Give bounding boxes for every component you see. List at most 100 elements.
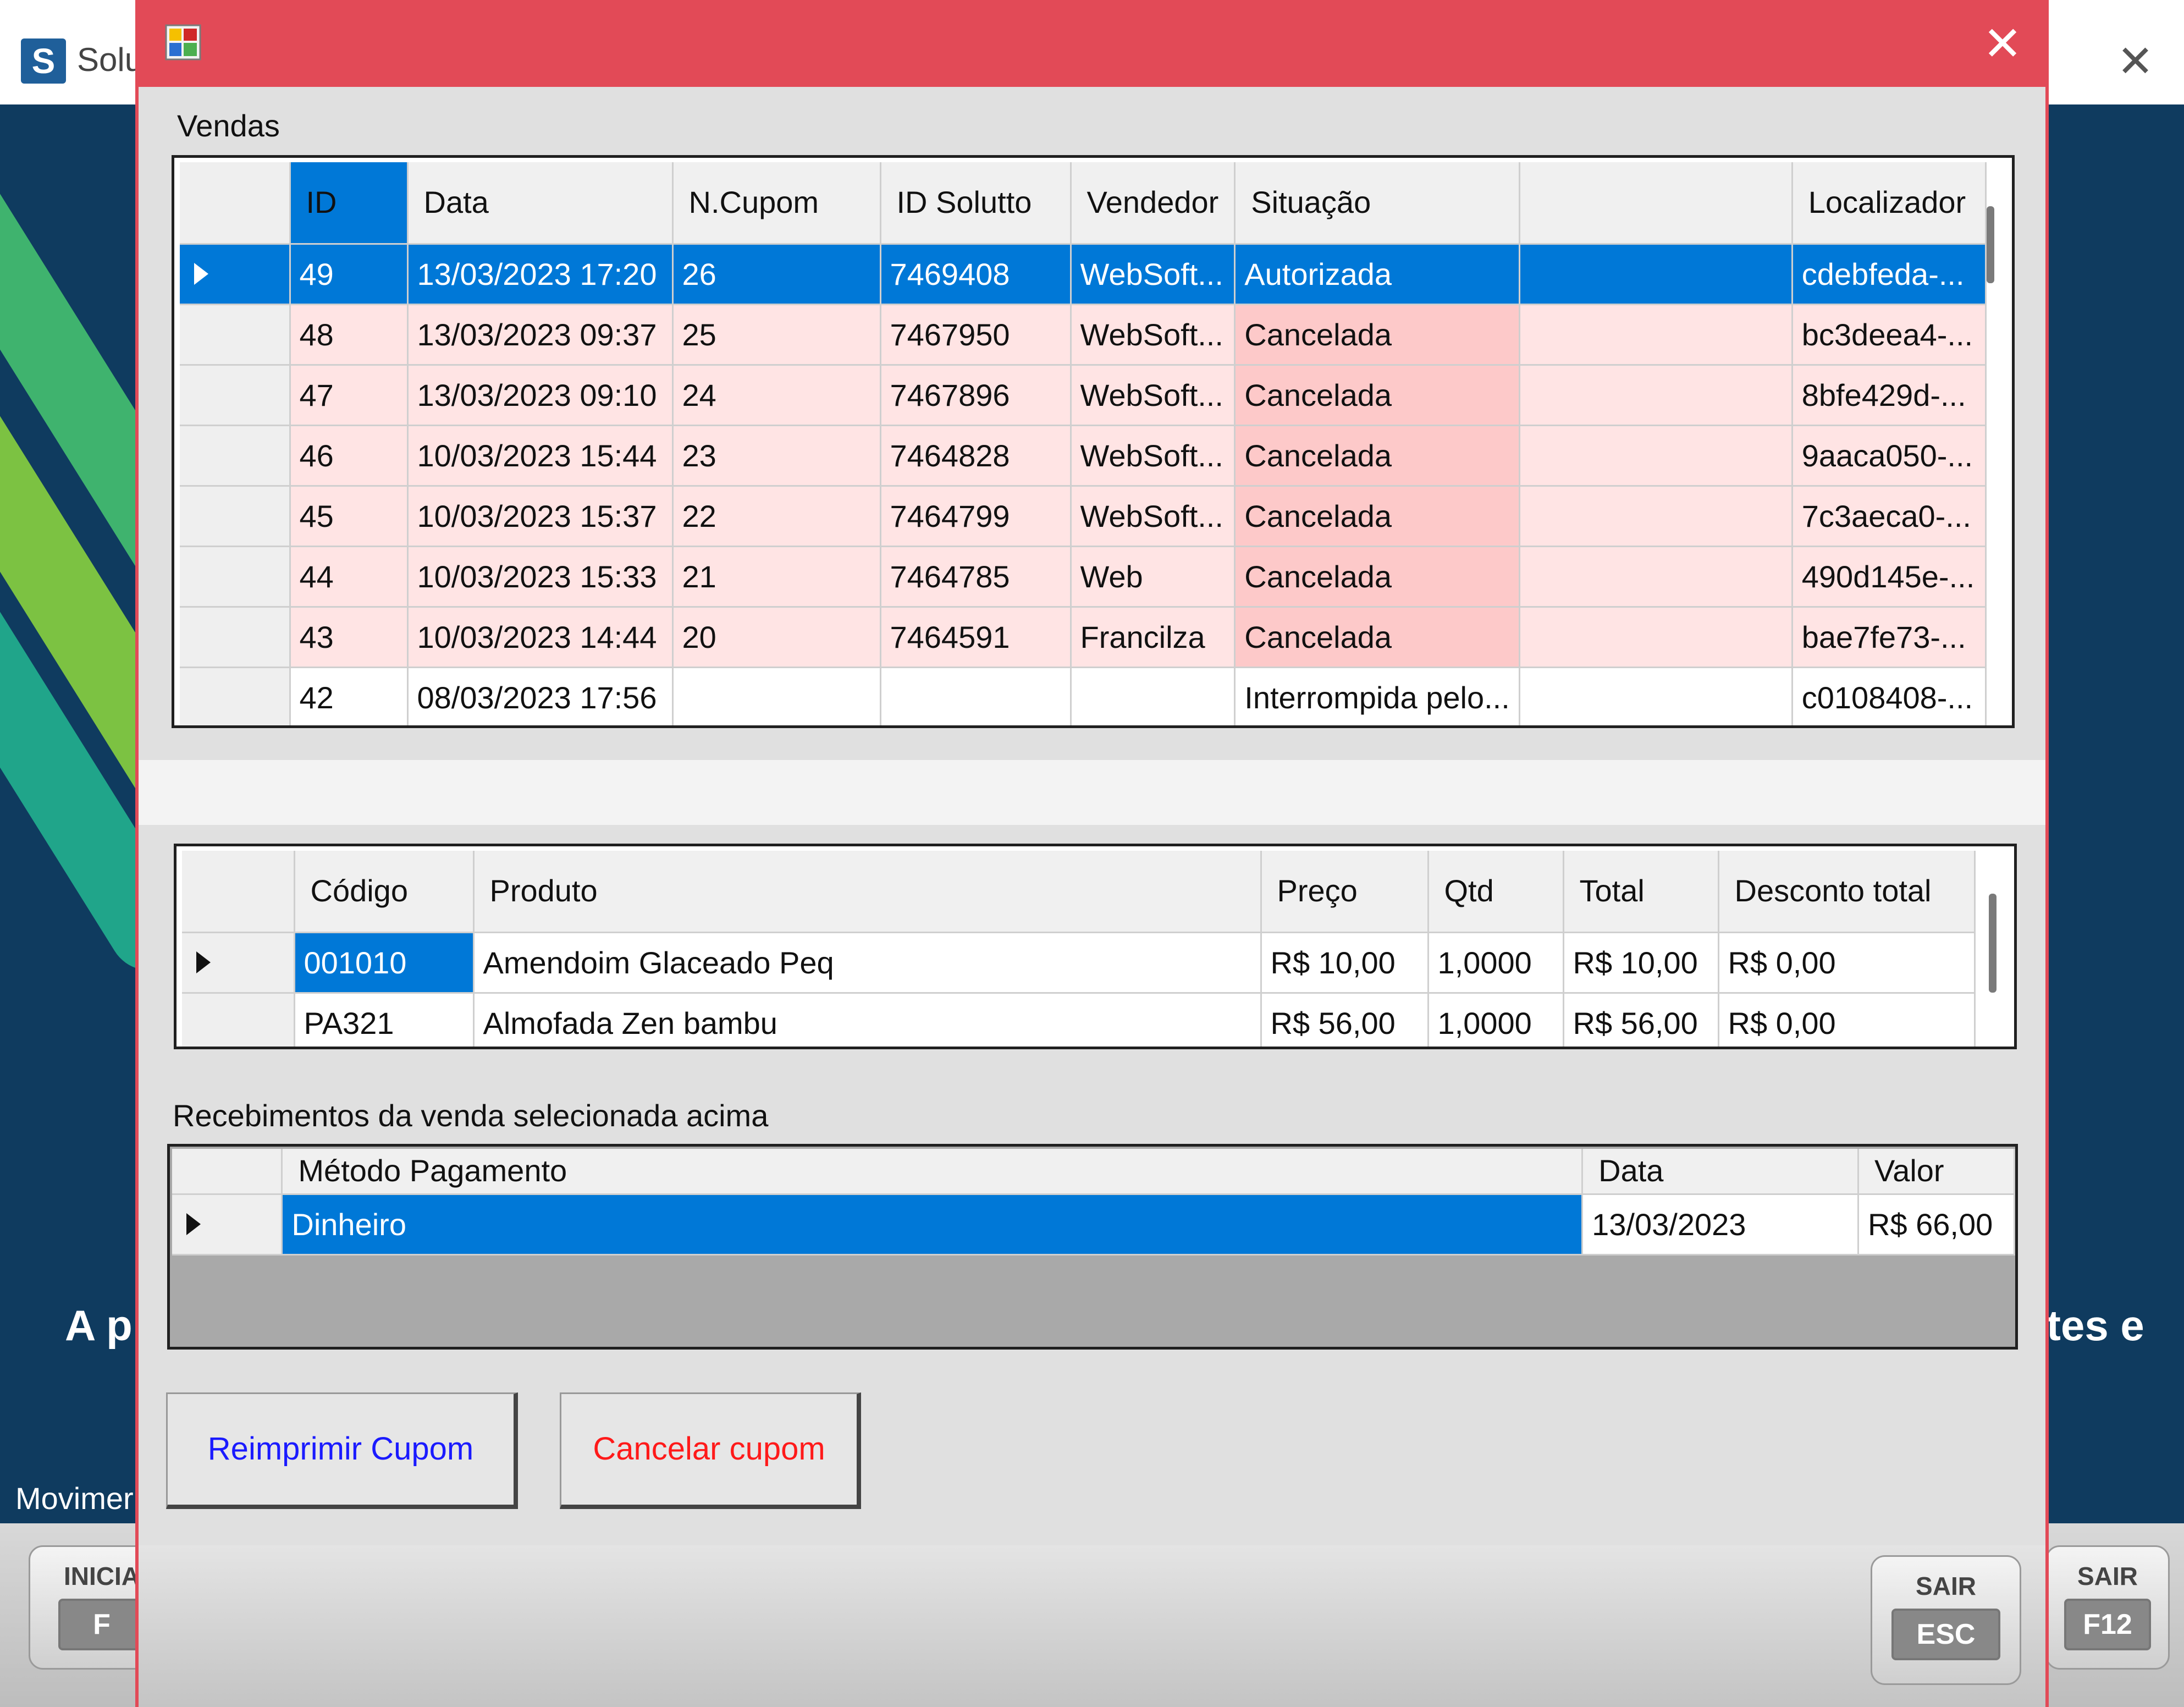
venda-data: 13/03/2023 09:10 (407, 365, 674, 426)
recebimentos-header-row: Método Pagamento Data Valor (172, 1149, 2015, 1195)
itens-scrollbar-thumb[interactable] (1989, 894, 1997, 993)
vendas-section-label: Vendas (177, 108, 280, 143)
venda-id-solutto: 7469408 (880, 244, 1072, 305)
column-header-ncupom[interactable]: N.Cupom (672, 162, 881, 245)
vendas-dialog: ✕ Vendas ID Data N.Cupom ID Solutto Vend… (135, 0, 2049, 1707)
item-produto: Almofada Zen bambu (473, 993, 1262, 1047)
venda-id: 42 (290, 667, 409, 725)
dialog-close-icon[interactable]: ✕ (1981, 20, 2025, 68)
venda-row[interactable]: 46 10/03/2023 15:44 23 7464828 WebSoft..… (180, 425, 1987, 487)
itens-table: Código Produto Preço Qtd Total Desconto … (182, 851, 1976, 1047)
venda-id-solutto: 7464785 (880, 546, 1072, 608)
recebimento-data: 13/03/2023 (1582, 1194, 1859, 1256)
venda-id: 47 (290, 365, 409, 426)
venda-id: 43 (290, 607, 409, 668)
itens-grid[interactable]: Código Produto Preço Qtd Total Desconto … (174, 844, 2017, 1049)
venda-row[interactable]: 49 13/03/2023 17:20 26 7469408 WebSoft..… (180, 244, 1987, 305)
venda-id-solutto (880, 667, 1072, 725)
row-header-corner (182, 851, 295, 933)
column-header-valor[interactable]: Valor (1858, 1149, 2015, 1195)
item-total: R$ 56,00 (1563, 993, 1719, 1047)
venda-extra (1519, 546, 1793, 608)
row-header (180, 607, 291, 668)
venda-extra (1519, 667, 1793, 725)
background-close-icon[interactable]: ✕ (2117, 40, 2154, 84)
venda-localizador: cdebfeda-... (1792, 244, 1987, 305)
cancelar-cupom-button[interactable]: Cancelar cupom (560, 1392, 861, 1509)
column-header-vendedor[interactable]: Vendedor (1071, 162, 1236, 245)
row-pointer-icon (172, 1194, 283, 1256)
vendas-scrollbar-thumb[interactable] (1987, 206, 1994, 283)
recebimentos-grid[interactable]: Método Pagamento Data Valor Dinheiro 13/… (167, 1144, 2018, 1350)
venda-situacao: Cancelada (1234, 486, 1520, 547)
venda-vendedor: WebSoft... (1071, 486, 1236, 547)
venda-data: 13/03/2023 17:20 (407, 244, 674, 305)
background-tagline-right: tes e (2047, 1301, 2144, 1350)
column-header-situacao[interactable]: Situação (1234, 162, 1520, 245)
column-header-codigo[interactable]: Código (294, 851, 475, 933)
venda-row[interactable]: 43 10/03/2023 14:44 20 7464591 Francilza… (180, 607, 1987, 668)
window-icon (165, 24, 201, 60)
column-header-id[interactable]: ID (290, 162, 409, 245)
column-header-id-solutto[interactable]: ID Solutto (880, 162, 1072, 245)
reimprimir-cupom-button[interactable]: Reimprimir Cupom (166, 1392, 518, 1509)
venda-id: 49 (290, 244, 409, 305)
venda-cupom: 24 (672, 365, 881, 426)
column-header-metodo[interactable]: Método Pagamento (282, 1149, 1584, 1195)
venda-id-solutto: 7467896 (880, 365, 1072, 426)
column-header-data[interactable]: Data (1582, 1149, 1859, 1195)
grid-splitter[interactable] (139, 760, 2045, 825)
column-header-desconto[interactable]: Desconto total (1718, 851, 1976, 933)
venda-extra (1519, 607, 1793, 668)
column-header-blank[interactable] (1519, 162, 1793, 245)
venda-vendedor: WebSoft... (1071, 304, 1236, 366)
venda-cupom: 25 (672, 304, 881, 366)
item-row[interactable]: 001010 Amendoim Glaceado Peq R$ 10,00 1,… (182, 932, 1976, 994)
venda-data: 10/03/2023 15:44 (407, 425, 674, 487)
venda-cupom: 20 (672, 607, 881, 668)
venda-row[interactable]: 48 13/03/2023 09:37 25 7467950 WebSoft..… (180, 304, 1987, 366)
venda-vendedor: Web (1071, 546, 1236, 608)
venda-row[interactable]: 45 10/03/2023 15:37 22 7464799 WebSoft..… (180, 486, 1987, 547)
background-status-label: Movimer (15, 1481, 134, 1516)
venda-situacao: Autorizada (1234, 244, 1520, 305)
itens-header-row: Código Produto Preço Qtd Total Desconto … (182, 851, 1976, 933)
item-preco: R$ 56,00 (1261, 993, 1429, 1047)
venda-id-solutto: 7464828 (880, 425, 1072, 487)
venda-cupom: 23 (672, 425, 881, 487)
item-produto: Amendoim Glaceado Peq (473, 932, 1262, 994)
venda-extra (1519, 365, 1793, 426)
venda-data: 10/03/2023 15:37 (407, 486, 674, 547)
venda-situacao: Cancelada (1234, 607, 1520, 668)
item-preco: R$ 10,00 (1261, 932, 1429, 994)
item-total: R$ 10,00 (1563, 932, 1719, 994)
row-header (180, 486, 291, 547)
sair-f12-button[interactable]: SAIR F12 (2045, 1545, 2170, 1670)
row-header-corner (180, 162, 291, 245)
vendas-grid[interactable]: ID Data N.Cupom ID Solutto Vendedor Situ… (172, 155, 2015, 728)
venda-row[interactable]: 44 10/03/2023 15:33 21 7464785 Web Cance… (180, 546, 1987, 608)
venda-extra (1519, 244, 1793, 305)
venda-row[interactable]: 42 08/03/2023 17:56 Interrompida pelo...… (180, 667, 1987, 725)
venda-data: 08/03/2023 17:56 (407, 667, 674, 725)
vendas-table: ID Data N.Cupom ID Solutto Vendedor Situ… (180, 162, 1987, 725)
column-header-localizador[interactable]: Localizador (1792, 162, 1987, 245)
dialog-titlebar (139, 0, 2045, 87)
column-header-qtd[interactable]: Qtd (1428, 851, 1564, 933)
venda-situacao: Cancelada (1234, 304, 1520, 366)
recebimento-valor: R$ 66,00 (1858, 1194, 2015, 1256)
column-header-data[interactable]: Data (407, 162, 674, 245)
column-header-preco[interactable]: Preço (1261, 851, 1429, 933)
recebimentos-section-label: Recebimentos da venda selecionada acima (173, 1098, 769, 1133)
recebimento-row[interactable]: Dinheiro 13/03/2023 R$ 66,00 (172, 1194, 2015, 1256)
iniciar-key-label: F (58, 1599, 145, 1650)
row-header (180, 304, 291, 366)
item-row[interactable]: PA321 Almofada Zen bambu R$ 56,00 1,0000… (182, 993, 1976, 1047)
column-header-total[interactable]: Total (1563, 851, 1719, 933)
venda-row[interactable]: 47 13/03/2023 09:10 24 7467896 WebSoft..… (180, 365, 1987, 426)
sair-esc-button[interactable]: SAIR ESC (1871, 1555, 2021, 1685)
venda-localizador: 9aaca050-... (1792, 425, 1987, 487)
column-header-produto[interactable]: Produto (473, 851, 1262, 933)
venda-situacao: Interrompida pelo... (1234, 667, 1520, 725)
venda-cupom: 26 (672, 244, 881, 305)
